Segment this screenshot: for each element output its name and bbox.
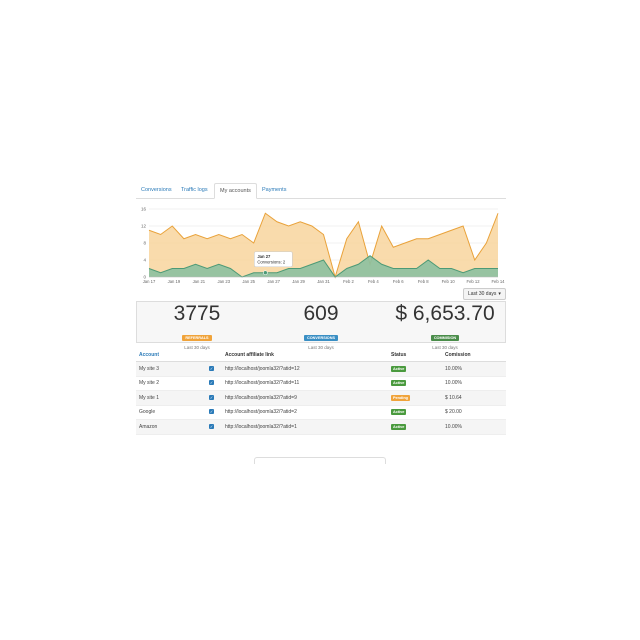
stat-conversions: 609 CONVERSIONS Last 30 days [261, 302, 381, 350]
stat-referrals-value: 3775 [173, 302, 221, 325]
x-tick-label: Feb 12 [467, 279, 481, 284]
x-tick-label: Feb 4 [368, 279, 379, 284]
checkbox-checked-icon[interactable]: ✓ [209, 365, 214, 371]
checkbox-cell[interactable]: ✓ [206, 419, 222, 435]
x-tick-label: Feb 6 [393, 279, 404, 284]
tooltip-date: Jan 27 [257, 254, 271, 259]
caret-down-icon: ▾ [498, 291, 501, 297]
checkbox-cell[interactable]: ✓ [206, 390, 222, 406]
affiliate-panel: Conversions Traffic logs My accounts Pay… [136, 181, 506, 464]
x-tick-label: Jan 23 [217, 279, 230, 284]
status-cell: Active [388, 405, 442, 420]
checkbox-checked-icon[interactable]: ✓ [209, 409, 214, 415]
pagination [254, 457, 386, 464]
status-cell: Active [388, 376, 442, 391]
status-badge: Active [391, 409, 407, 416]
table-row: Amazon ✓ http://localhost/joomla32/?atid=1… [136, 419, 506, 435]
y-tick-label: 12 [141, 224, 147, 229]
account-cell[interactable]: My site 1 [136, 390, 206, 406]
checkbox-cell[interactable]: ✓ [206, 405, 222, 420]
status-cell: Pending [388, 390, 442, 406]
affiliate-link-cell[interactable]: http://localhost/joomla32/?atid=11 [222, 376, 388, 391]
date-range-label: Last 30 days [468, 291, 497, 297]
stat-referrals: 3775 REFERRALS Last 30 days [137, 302, 257, 350]
commission-cell: 10.00% [442, 361, 506, 377]
header-account[interactable]: Account [136, 348, 206, 362]
x-tick-label: Feb 14 [491, 279, 505, 284]
x-tick-label: Jan 19 [168, 279, 181, 284]
stat-conversions-value: 609 [303, 302, 339, 325]
checkbox-checked-icon[interactable]: ✓ [209, 423, 214, 429]
header-checkbox-col [206, 348, 222, 362]
checkbox-checked-icon[interactable]: ✓ [209, 380, 214, 386]
affiliate-link-cell[interactable]: http://localhost/joomla32/?atid=9 [222, 390, 388, 406]
x-tick-label: Feb 2 [343, 279, 354, 284]
highlight-point [263, 270, 268, 276]
referrals-badge: REFERRALS [182, 335, 212, 341]
conversions-badge: CONVERSIONS [303, 335, 339, 341]
account-cell[interactable]: My site 3 [136, 361, 206, 377]
header-status: Status [388, 348, 442, 362]
affiliate-link-cell[interactable]: http://localhost/joomla32/?atid=2 [222, 405, 388, 420]
y-tick-label: 8 [143, 241, 146, 246]
table-row: My site 1 ✓ http://localhost/joomla32/?ati… [136, 390, 506, 406]
header-affiliate-link: Account affiliate link [222, 348, 388, 362]
status-badge: Active [391, 365, 407, 372]
y-tick-label: 16 [141, 207, 147, 212]
checkbox-cell[interactable]: ✓ [206, 376, 222, 391]
tab-bar: Conversions Traffic logs My accounts Pay… [136, 181, 506, 199]
account-cell[interactable]: My site 2 [136, 376, 206, 391]
tab-payments[interactable]: Payments [257, 183, 291, 197]
commission-cell: 10.00% [442, 419, 506, 435]
stats-summary: 3775 REFERRALS Last 30 days 609 CONVERSI… [136, 301, 506, 350]
checkbox-checked-icon[interactable]: ✓ [209, 394, 214, 400]
status-badge: Active [391, 423, 407, 430]
account-cell[interactable]: Amazon [136, 419, 206, 435]
status-cell: Active [388, 419, 442, 435]
commission-cell: 10.00% [442, 376, 506, 391]
affiliate-link-cell[interactable]: http://localhost/joomla32/?atid=1 [222, 419, 388, 435]
x-tick-label: Jan 29 [292, 279, 305, 284]
table-row: My site 2 ✓ http://localhost/joomla32/?ati… [136, 376, 506, 391]
x-tick-label: Feb 8 [418, 279, 429, 284]
header-commission: Comission [442, 348, 506, 362]
tab-traffic-logs[interactable]: Traffic logs [176, 183, 213, 197]
tab-conversions[interactable]: Conversions [136, 183, 177, 197]
x-tick-label: Jan 25 [242, 279, 255, 284]
status-cell: Active [388, 361, 442, 377]
stat-commission: $ 6,653.70 COMMISION Last 30 days [385, 302, 505, 350]
tooltip-value: Conversions: 2 [257, 259, 286, 264]
table-row: My site 3 ✓ http://localhost/joomla32/?ati… [136, 361, 506, 377]
checkbox-cell[interactable]: ✓ [206, 361, 222, 377]
x-tick-label: Jan 17 [143, 279, 156, 284]
commission-cell: $ 20.00 [442, 405, 506, 420]
status-badge: Active [391, 380, 407, 387]
conversions-chart: 0481216Jan 17 Jan 19 Jan 21 Jan 23 Jan 25 Jan… [141, 207, 505, 284]
account-cell[interactable]: Google [136, 405, 206, 420]
x-tick-label: Jan 21 [193, 279, 206, 284]
table-row: Google ✓ http://localhost/joomla32/?atid=2… [136, 405, 506, 420]
x-tick-label: Jan 27 [267, 279, 280, 284]
y-tick-label: 4 [143, 258, 146, 263]
status-badge: Pending [391, 394, 410, 401]
accounts-table: Account Account affiliate link Status Co… [136, 348, 506, 435]
x-tick-label: Feb 10 [442, 279, 456, 284]
commission-cell: $ 10.64 [442, 390, 506, 406]
commission-badge: COMMISION [430, 335, 460, 341]
table-header-row: Account Account affiliate link Status Co… [136, 348, 506, 362]
x-tick-label: Jan 31 [317, 279, 330, 284]
stat-commission-value: $ 6,653.70 [395, 302, 495, 325]
date-range-button[interactable]: Last 30 days ▾ [463, 288, 506, 300]
affiliate-link-cell[interactable]: http://localhost/joomla32/?atid=12 [222, 361, 388, 377]
tab-my-accounts[interactable]: My accounts [214, 183, 257, 199]
